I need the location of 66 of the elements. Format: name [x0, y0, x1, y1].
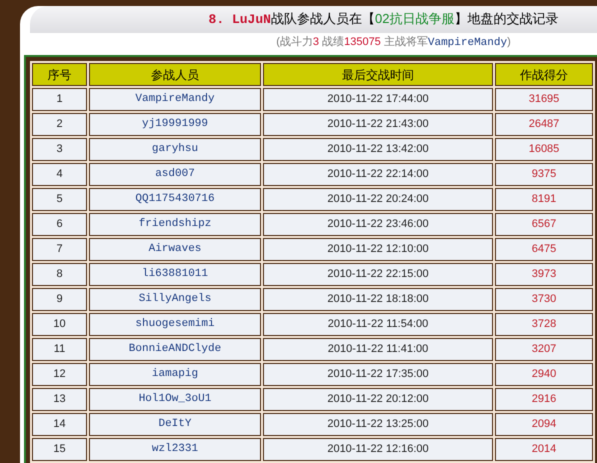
column-header: 最后交战时间: [263, 63, 493, 86]
table-cell: 6567: [495, 213, 593, 236]
table-cell: 2010-11-22 11:41:00: [263, 338, 493, 361]
table-cell: asd007: [89, 163, 261, 186]
table-cell: friendshipz: [89, 213, 261, 236]
table-cell: 16085: [495, 138, 593, 161]
table-cell: 2010-11-22 20:24:00: [263, 188, 493, 211]
table-cell: 3207: [495, 338, 593, 361]
table-cell: 2010-11-22 22:15:00: [263, 263, 493, 286]
table-cell: 2010-11-22 21:43:00: [263, 113, 493, 136]
table-cell: 15: [32, 438, 87, 461]
table-cell: 2010-11-22 11:54:00: [263, 313, 493, 336]
column-header: 参战人员: [89, 63, 261, 86]
table-cell: 7: [32, 238, 87, 261]
table-cell: 2094: [495, 413, 593, 436]
table-cell: Airwaves: [89, 238, 261, 261]
table-cell: 6: [32, 213, 87, 236]
table-cell: shuogesemimi: [89, 313, 261, 336]
table-cell: 2010-11-22 23:46:00: [263, 213, 493, 236]
table-cell: VampireMandy: [89, 88, 261, 111]
table-cell: 2010-11-22 13:25:00: [263, 413, 493, 436]
column-header: 序号: [32, 63, 87, 86]
table-cell: 13: [32, 388, 87, 411]
table-cell: 2010-11-22 12:16:00: [263, 438, 493, 461]
page-title: 8. LuJuN战队参战人员在【02抗日战争服】地盘的交战记录: [208, 10, 558, 29]
team-summary: (战斗力3 战绩135075 主战将军VampireMandy): [276, 34, 511, 52]
table-cell: 26487: [495, 113, 593, 136]
table-cell: wzl2331: [89, 438, 261, 461]
table-cell: 9375: [495, 163, 593, 186]
table-cell: BonnieANDClyde: [89, 338, 261, 361]
table-cell: 31695: [495, 88, 593, 111]
table-cell: li63881011: [89, 263, 261, 286]
table-cell: 10: [32, 313, 87, 336]
table-cell: 3730: [495, 288, 593, 311]
table-cell: 1: [32, 88, 87, 111]
table-cell: iamapig: [89, 363, 261, 386]
table-cell: SillyAngels: [89, 288, 261, 311]
table-cell: 2010-11-22 20:12:00: [263, 388, 493, 411]
table-cell: QQ1175430716: [89, 188, 261, 211]
table-cell: 2916: [495, 388, 593, 411]
table-cell: 3: [32, 138, 87, 161]
table-cell: 2014: [495, 438, 593, 461]
table-cell: 12: [32, 363, 87, 386]
table-cell: 2010-11-22 12:10:00: [263, 238, 493, 261]
table-cell: 2010-11-22 22:14:00: [263, 163, 493, 186]
table-cell: 3973: [495, 263, 593, 286]
table-cell: 4: [32, 163, 87, 186]
table-cell: 11: [32, 338, 87, 361]
table-cell: 6475: [495, 238, 593, 261]
table-cell: 2010-11-22 13:42:00: [263, 138, 493, 161]
table-cell: 2: [32, 113, 87, 136]
table-cell: 2010-11-22 17:44:00: [263, 88, 493, 111]
table-cell: 2010-11-22 17:35:00: [263, 363, 493, 386]
table-cell: 3728: [495, 313, 593, 336]
table-cell: Hol1Ow_3oU1: [89, 388, 261, 411]
table-cell: 8: [32, 263, 87, 286]
table-cell: 5: [32, 188, 87, 211]
table-cell: yj19991999: [89, 113, 261, 136]
table-cell: DeItY: [89, 413, 261, 436]
table-cell: 8191: [495, 188, 593, 211]
table-cell: 9: [32, 288, 87, 311]
table-cell: 2940: [495, 363, 593, 386]
table-cell: 2010-11-22 18:18:00: [263, 288, 493, 311]
table-cell: 14: [32, 413, 87, 436]
column-header: 作战得分: [495, 63, 593, 86]
table-cell: garyhsu: [89, 138, 261, 161]
